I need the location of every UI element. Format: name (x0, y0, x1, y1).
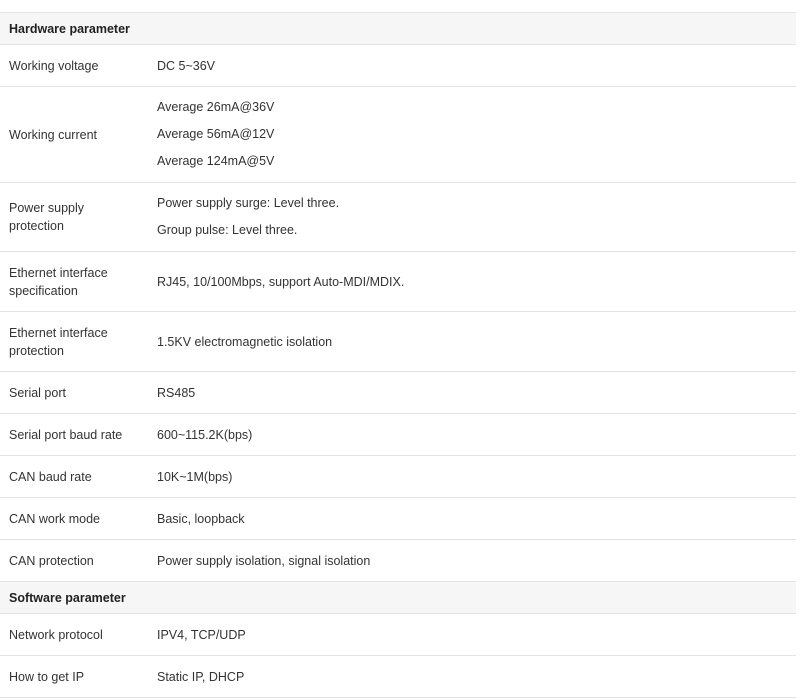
param-value: 10K~1M(bps) (148, 455, 796, 498)
param-value: 600~115.2K(bps) (148, 413, 796, 456)
table-row: CAN protection Power supply isolation, s… (0, 539, 796, 582)
param-value: DC 5~36V (148, 44, 796, 87)
table-row: Power supply protection Power supply sur… (0, 182, 796, 252)
param-value: Average 26mA@36V Average 56mA@12V Averag… (148, 86, 796, 183)
param-value-line: Power supply surge: Level three. (157, 196, 340, 210)
param-value-line: Average 26mA@36V (157, 100, 275, 114)
param-name: Serial port (0, 371, 148, 414)
section-title: Software parameter (0, 581, 796, 614)
param-name: Serial port baud rate (0, 413, 148, 456)
param-value: Basic, loopback (148, 497, 796, 540)
param-value: RJ45, 10/100Mbps, support Auto-MDI/MDIX. (148, 251, 796, 312)
table-row: Working voltage DC 5~36V (0, 44, 796, 87)
param-name: CAN baud rate (0, 455, 148, 498)
param-name: Working current (0, 86, 148, 183)
table-row: Working current Average 26mA@36V Average… (0, 86, 796, 183)
section-header-software: Software parameter (0, 581, 796, 614)
param-name: CAN work mode (0, 497, 148, 540)
table-row: How to get IP Static IP, DHCP (0, 655, 796, 698)
param-value-line: Average 56mA@12V (157, 127, 275, 141)
param-name: Ethernet interface protection (0, 311, 148, 372)
section-header-hardware: Hardware parameter (0, 12, 796, 45)
spec-table: Hardware parameter Working voltage DC 5~… (0, 12, 796, 698)
param-name: How to get IP (0, 655, 148, 698)
param-value: 1.5KV electromagnetic isolation (148, 311, 796, 372)
section-title: Hardware parameter (0, 12, 796, 45)
table-row: Serial port baud rate 600~115.2K(bps) (0, 413, 796, 456)
param-value: Static IP, DHCP (148, 655, 796, 698)
param-name: Ethernet interface specification (0, 251, 148, 312)
param-name: Power supply protection (0, 182, 148, 252)
table-row: Network protocol IPV4, TCP/UDP (0, 613, 796, 656)
param-value: Power supply isolation, signal isolation (148, 539, 796, 582)
param-value: Power supply surge: Level three. Group p… (148, 182, 796, 252)
param-name: Network protocol (0, 613, 148, 656)
param-value: IPV4, TCP/UDP (148, 613, 796, 656)
table-row: Ethernet interface specification RJ45, 1… (0, 251, 796, 312)
param-name: CAN protection (0, 539, 148, 582)
param-value-line: Group pulse: Level three. (157, 223, 298, 237)
table-row: CAN work mode Basic, loopback (0, 497, 796, 540)
table-row: Ethernet interface protection 1.5KV elec… (0, 311, 796, 372)
param-value-line: Average 124mA@5V (157, 154, 275, 168)
table-row: CAN baud rate 10K~1M(bps) (0, 455, 796, 498)
table-row: Serial port RS485 (0, 371, 796, 414)
param-name: Working voltage (0, 44, 148, 87)
param-value: RS485 (148, 371, 796, 414)
